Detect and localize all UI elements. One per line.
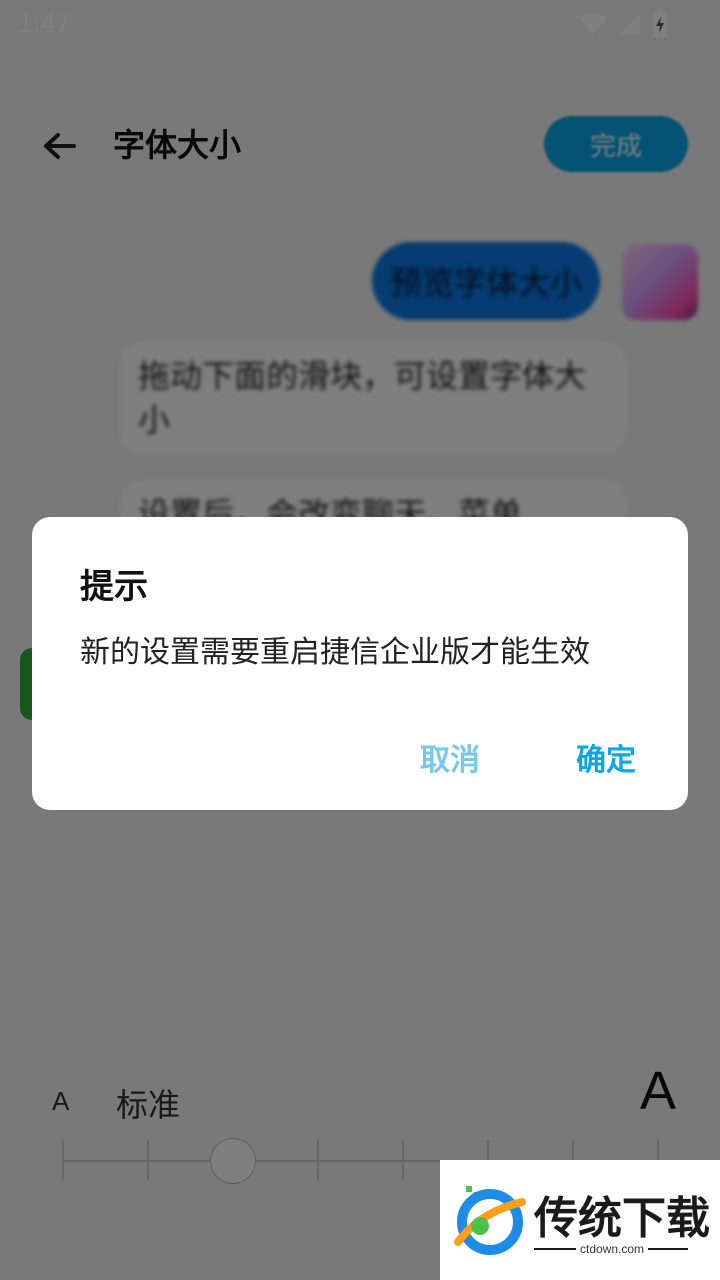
restart-dialog: 提示 新的设置需要重启捷信企业版才能生效 取消 确定	[32, 517, 688, 810]
confirm-button[interactable]: 确定	[576, 735, 636, 779]
watermark-logo-icon	[454, 1186, 526, 1255]
watermark-text: 传统下载	[534, 1193, 710, 1244]
cancel-button[interactable]: 取消	[420, 735, 480, 779]
watermark-domain: ctdown.com	[576, 1242, 649, 1256]
dialog-message: 新的设置需要重启捷信企业版才能生效	[80, 635, 590, 670]
dialog-title: 提示	[80, 567, 148, 607]
watermark: 传统下载 ctdown.com	[440, 1160, 720, 1280]
